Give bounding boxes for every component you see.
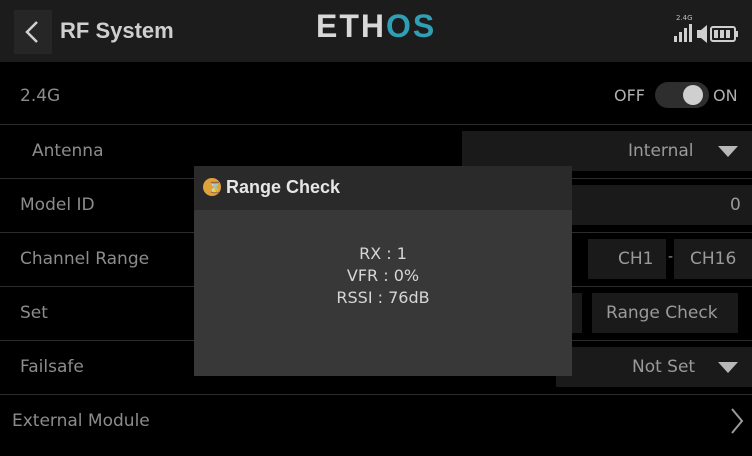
range-check-dialog: ⌛ Range Check RX : 1 VFR : 0% RSSI : 76d… (194, 166, 572, 376)
rx-readout: RX : 1 (359, 244, 407, 263)
channel-end-field[interactable]: CH16 (674, 239, 752, 279)
dropdown-triangle-icon (718, 362, 738, 373)
signal-icon (674, 24, 692, 42)
ethos-logo: ETHOS (316, 8, 437, 44)
dialog-title: Range Check (226, 177, 341, 197)
antenna-label: Antenna (32, 141, 104, 161)
status-icons (674, 24, 738, 43)
battery-icon (710, 26, 738, 42)
row-external-module[interactable]: External Module (0, 395, 752, 449)
range-check-label: Range Check (606, 303, 718, 323)
rf-24g-label: 2.4G (20, 86, 61, 106)
row-rf-24g: 2.4G OFF ON (0, 70, 752, 124)
failsafe-label: Failsafe (20, 357, 84, 377)
rssi-readout: RSSI : 76dB (336, 288, 430, 307)
model-id-label: Model ID (20, 195, 95, 215)
set-label: Set (20, 303, 48, 323)
toggle-on-label: ON (713, 86, 738, 105)
channel-start-field[interactable]: CH1 (588, 239, 666, 279)
freq-label: 2.4G (676, 14, 693, 22)
model-id-field[interactable]: 0 (572, 185, 752, 225)
antenna-value: Internal (628, 141, 694, 161)
speaker-icon (697, 25, 707, 43)
channel-range-label: Channel Range (20, 249, 150, 269)
vfr-readout: VFR : 0% (346, 266, 420, 285)
page-title: RF System (60, 18, 174, 43)
channel-end-value: CH16 (690, 249, 737, 269)
back-button[interactable] (14, 10, 52, 54)
chevron-right-icon (731, 408, 744, 434)
external-module-label: External Module (12, 411, 150, 431)
dialog-header: ⌛ Range Check (194, 166, 572, 210)
model-id-value: 0 (730, 195, 741, 215)
toggle-off-label: OFF (614, 86, 645, 105)
channel-start-value: CH1 (618, 249, 654, 269)
antenna-select[interactable]: Internal (462, 131, 752, 171)
header-bar: RF System ETHOS 2.4G (0, 0, 752, 62)
rf-24g-toggle[interactable] (655, 82, 709, 108)
failsafe-select[interactable]: Not Set (556, 347, 752, 387)
channel-dash: - (668, 249, 674, 265)
failsafe-value: Not Set (632, 357, 696, 377)
toggle-knob (683, 85, 703, 105)
range-check-button[interactable]: Range Check (592, 293, 738, 333)
hourglass-icon: ⌛ (203, 178, 222, 196)
dropdown-triangle-icon (718, 146, 738, 157)
chevron-left-icon (25, 21, 38, 43)
